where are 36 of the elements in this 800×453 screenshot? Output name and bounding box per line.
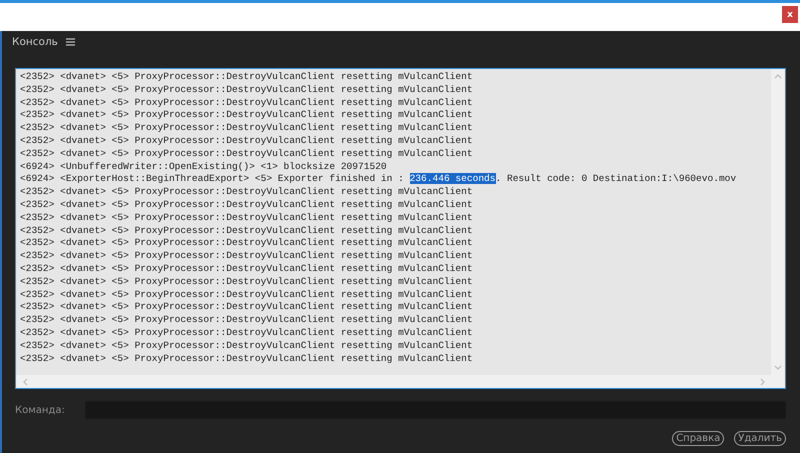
log-text: <2352> <dvanet> <5> ProxyProcessor::DestroyVulcanClient resetting mVulcanClient [20, 224, 473, 236]
log-text: <2352> <dvanet> <5> ProxyProcessor::DestroyVulcanClient resetting mVulcanClient [20, 198, 473, 210]
scroll-up-icon[interactable] [774, 74, 782, 79]
menu-icon[interactable] [66, 38, 75, 46]
log-text: <2352> <dvanet> <5> ProxyProcessor::DestroyVulcanClient resetting mVulcanClient [20, 262, 473, 274]
log-text: <2352> <dvanet> <5> ProxyProcessor::DestroyVulcanClient resetting mVulcanClient [20, 96, 473, 108]
log-text: <2352> <dvanet> <5> ProxyProcessor::DestroyVulcanClient resetting mVulcanClient [20, 212, 473, 223]
scroll-left-icon[interactable] [23, 378, 28, 386]
log-text: <2352> <dvanet> <5> ProxyProcessor::DestroyVulcanClient resetting mVulcanClient [20, 134, 473, 146]
log-text: <2352> <dvanet> <5> ProxyProcessor::DestroyVulcanClient resetting mVulcanClient [20, 314, 473, 326]
action-button[interactable]: Справка [672, 431, 724, 446]
log-text: <2352> <dvanet> <5> ProxyProcessor::DestroyVulcanClient resetting mVulcanClient [20, 71, 473, 82]
log-text: <2352> <dvanet> <5> ProxyProcessor::DestroyVulcanClient resetting mVulcanClient [20, 109, 473, 120]
log-text: <2352> <dvanet> <5> ProxyProcessor::DestroyVulcanClient resetting mVulcanClient [20, 326, 473, 338]
log-text: <2352> <dvanet> <5> ProxyProcessor::DestroyVulcanClient resetting mVulcanClient [20, 148, 473, 159]
scroll-right-icon[interactable] [760, 378, 765, 386]
close-button[interactable]: x [782, 6, 798, 23]
log-text: <2352> <dvanet> <5> ProxyProcessor::DestroyVulcanClient resetting mVulcanClient [20, 84, 473, 95]
log-text: <2352> <dvanet> <5> ProxyProcessor::DestroyVulcanClient resetting mVulcanClient [20, 288, 473, 300]
log-text: <2352> <dvanet> <5> ProxyProcessor::DestroyVulcanClient resetting mVulcanClient [20, 237, 473, 248]
log-text: <6924> <ExporterHost::BeginThreadExport> <5> Exporter finished in : [20, 173, 405, 184]
command-label: Команда: [15, 404, 65, 416]
action-button[interactable]: Удалить [734, 431, 786, 446]
log-text: <2352> <dvanet> <5> ProxyProcessor::DestroyVulcanClient resetting mVulcanClient [20, 122, 473, 134]
log-text: <2352> <dvanet> <5> ProxyProcessor::DestroyVulcanClient resetting mVulcanClient [20, 250, 473, 262]
panel-title: Консоль [12, 36, 58, 48]
log-text: <2352> <dvanet> <5> ProxyProcessor::DestroyVulcanClient resetting mVulcanClient [20, 301, 473, 312]
log-text: . Result code: 0 Destination:I:\960evo.mov [496, 173, 736, 184]
log-text: <2352> <dvanet> <5> ProxyProcessor::DestroyVulcanClient resetting mVulcanClient [20, 276, 473, 287]
scroll-down-icon[interactable] [774, 365, 782, 370]
log-text: <2352> <dvanet> <5> ProxyProcessor::DestroyVulcanClient resetting mVulcanClient [20, 352, 473, 364]
selected-text: 236.446 seconds [410, 173, 496, 184]
vertical-scrollbar[interactable] [771, 69, 785, 375]
log-text: <6924> <UnbufferedWriter::OpenExisting()> <1> blocksize 20971520 [20, 160, 387, 172]
log-text: <2352> <dvanet> <5> ProxyProcessor::DestroyVulcanClient resetting mVulcanClient [20, 186, 473, 198]
log-text: <2352> <dvanet> <5> ProxyProcessor::DestroyVulcanClient resetting mVulcanClient [20, 340, 473, 351]
